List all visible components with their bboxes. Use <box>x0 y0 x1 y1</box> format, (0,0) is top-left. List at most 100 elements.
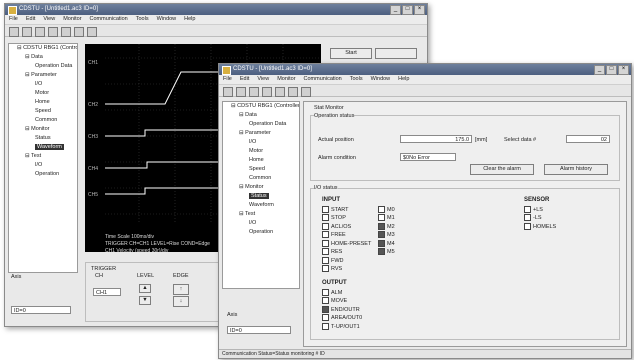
download-icon[interactable] <box>288 87 298 97</box>
menu-file[interactable]: File <box>223 75 232 84</box>
menu-monitor[interactable]: Monitor <box>277 75 295 84</box>
minimize-icon[interactable]: _ <box>594 65 605 75</box>
tree-node[interactable]: Common <box>9 116 77 125</box>
menu-communication[interactable]: Communication <box>304 75 342 84</box>
tree-node[interactable]: ⊟ Monitor <box>9 125 77 134</box>
open-icon[interactable] <box>236 87 246 97</box>
tree-node[interactable]: Operation Data <box>223 120 299 129</box>
menu-file[interactable]: File <box>9 15 18 24</box>
tree-node[interactable]: Status <box>9 134 77 143</box>
tree-node[interactable]: ⊟ Monitor <box>223 183 299 192</box>
edge-rise-icon[interactable]: ↑ <box>173 284 189 295</box>
menu-tools[interactable]: Tools <box>136 15 149 24</box>
tree-node[interactable]: ⊟ Data <box>9 53 77 62</box>
tree-node[interactable]: I/O <box>223 219 299 228</box>
tree-node[interactable]: Common <box>223 174 299 183</box>
maximize-icon[interactable]: □ <box>606 65 617 75</box>
io-label: ACL/OS <box>331 223 352 230</box>
io-indicator: M1 <box>378 214 395 222</box>
tree-node[interactable]: Motor <box>9 89 77 98</box>
tree-node[interactable]: Operation Data <box>9 62 77 71</box>
tree-node[interactable]: ⊟ Test <box>223 210 299 219</box>
print-icon[interactable] <box>48 27 58 37</box>
io-lamp-icon <box>322 206 329 213</box>
edge-fall-icon[interactable]: ↓ <box>173 296 189 307</box>
io-lamp-icon <box>378 214 385 222</box>
alarm-condition-value: $0No Error <box>400 153 456 161</box>
io-indicator: T-UP/OUT1 <box>322 322 362 331</box>
io-label: M4 <box>387 240 395 247</box>
tree-node[interactable]: Speed <box>223 165 299 174</box>
save-icon[interactable] <box>35 27 45 37</box>
io-lamp-icon <box>322 289 329 296</box>
upload-icon[interactable] <box>275 87 285 97</box>
close-icon[interactable]: × <box>618 65 629 75</box>
stop-button[interactable] <box>375 48 417 59</box>
undo-icon[interactable] <box>301 87 311 97</box>
tree-node[interactable]: Operation <box>223 228 299 237</box>
menu-tools[interactable]: Tools <box>350 75 363 84</box>
alarm-history-button[interactable]: Alarm history <box>544 164 608 175</box>
minimize-icon[interactable]: _ <box>390 5 401 15</box>
io-lamp-icon <box>322 297 329 305</box>
output-list: ALM MOVE END/OUTR AREA/OUT0 T-UP/OUT1 <box>322 289 362 331</box>
open-icon[interactable] <box>22 27 32 37</box>
save-icon[interactable] <box>249 87 259 97</box>
back-menubar: File Edit View Monitor Communication Too… <box>5 15 427 25</box>
tree-node-label: ⊟ CDSTU RBG1 (Controller) <box>231 103 300 109</box>
io-lamp-icon <box>322 239 329 247</box>
tree-node[interactable]: ⊟ CDSTU RBG1 (Controller) <box>223 102 299 111</box>
download-icon[interactable] <box>74 27 84 37</box>
print-icon[interactable] <box>262 87 272 97</box>
menu-window[interactable]: Window <box>371 75 391 84</box>
select-data-label: Select data # <box>504 137 537 143</box>
tree-node[interactable]: Motor <box>223 147 299 156</box>
ch-select[interactable]: CH1 <box>93 288 121 296</box>
new-icon[interactable] <box>223 87 233 97</box>
tree-node[interactable]: I/O <box>223 138 299 147</box>
back-axis-select[interactable]: ID=0 <box>11 306 71 314</box>
tree-node-label: ⊟ CDSTU RBG1 (Controller) <box>17 45 77 51</box>
tree-node[interactable]: Operation <box>9 170 77 179</box>
new-icon[interactable] <box>9 27 19 37</box>
undo-icon[interactable] <box>87 27 97 37</box>
menu-help[interactable]: Help <box>398 75 409 84</box>
tree-node[interactable]: ⊟ Parameter <box>9 71 77 80</box>
menu-communication[interactable]: Communication <box>90 15 128 24</box>
tree-node[interactable]: Home <box>9 98 77 107</box>
tree-node[interactable]: Home <box>223 156 299 165</box>
tree-node[interactable]: Speed <box>9 107 77 116</box>
menu-view[interactable]: View <box>43 15 55 24</box>
io-label: T-UP/OUT1 <box>331 323 360 330</box>
close-icon[interactable]: × <box>414 5 425 15</box>
level-down-icon[interactable]: ▼ <box>139 296 151 305</box>
start-button[interactable]: Start <box>330 48 372 59</box>
level-up-icon[interactable]: ▲ <box>139 284 151 293</box>
menu-edit[interactable]: Edit <box>240 75 249 84</box>
upload-icon[interactable] <box>61 27 71 37</box>
tree-node[interactable]: ⊟ Parameter <box>223 129 299 138</box>
maximize-icon[interactable]: □ <box>402 5 413 15</box>
menu-edit[interactable]: Edit <box>26 15 35 24</box>
tree-node[interactable]: Waveform <box>223 201 299 210</box>
front-axis-select[interactable]: ID=0 <box>227 326 291 334</box>
tree-node[interactable]: Waveform <box>9 143 77 152</box>
tree-node[interactable]: I/O <box>9 80 77 89</box>
io-indicator: -LS <box>524 214 556 222</box>
menu-help[interactable]: Help <box>184 15 195 24</box>
io-label: END/OUTR <box>331 306 360 313</box>
tree-node[interactable]: ⊟ Data <box>223 111 299 120</box>
io-lamp-icon <box>322 248 329 256</box>
tree-node[interactable]: ⊟ Test <box>9 152 77 161</box>
tree-node[interactable]: I/O <box>9 161 77 170</box>
io-label: FWD <box>331 257 344 264</box>
front-axis-label: Axis <box>227 312 238 318</box>
tree-node[interactable]: ⊟ CDSTU RBG1 (Controller) <box>9 44 77 53</box>
front-title: CDSTU - [Untitled1.ac3 ID=0] <box>233 66 312 72</box>
menu-view[interactable]: View <box>257 75 269 84</box>
menu-monitor[interactable]: Monitor <box>63 15 81 24</box>
tree-node[interactable]: Status <box>223 192 299 201</box>
menu-window[interactable]: Window <box>157 15 177 24</box>
io-label: START <box>331 206 349 213</box>
clear-alarm-button[interactable]: Clear the alarm <box>470 164 534 175</box>
